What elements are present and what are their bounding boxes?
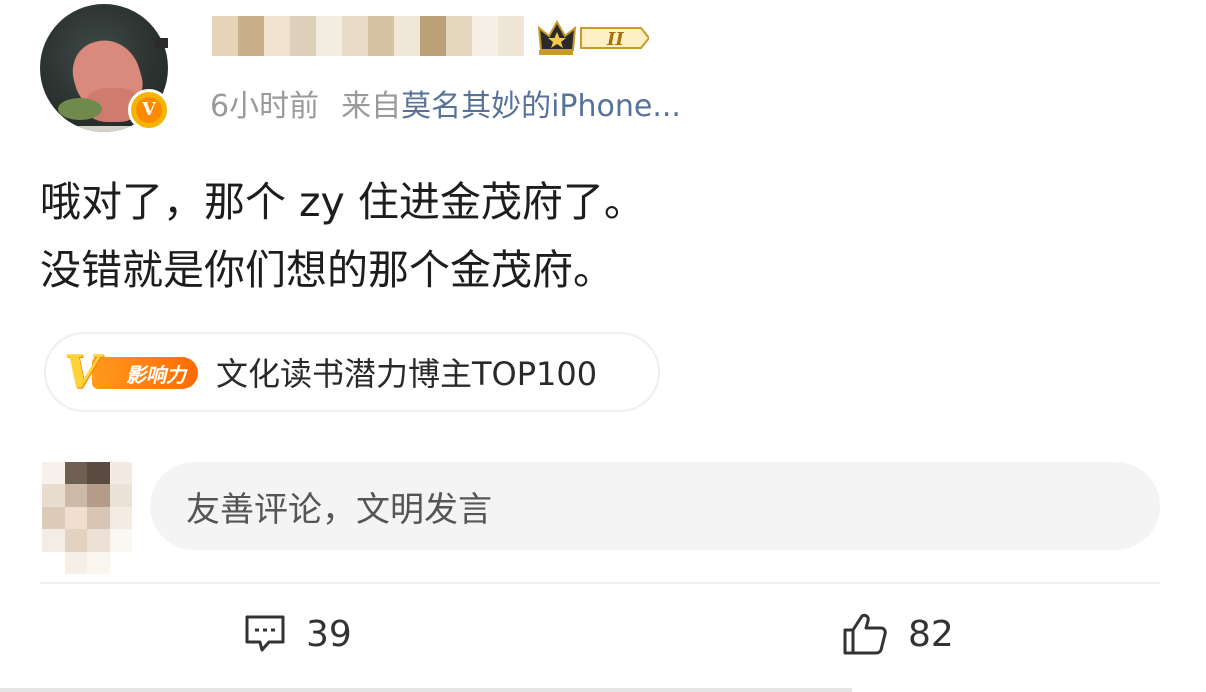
commenter-avatar-pixelated [42, 462, 132, 574]
verified-letter: V [136, 97, 162, 123]
like-button[interactable]: 82 [842, 606, 954, 662]
vip-level-text: II [606, 29, 624, 50]
comment-input[interactable]: 友善评论，文明发言 [150, 462, 1160, 550]
post-text-line: 没错就是你们想的那个金茂府。 [40, 246, 614, 294]
comment-button[interactable]: 39 [244, 606, 352, 662]
post-meta: 6小时前 来自 莫名其妙的iPhone... [210, 80, 681, 126]
verified-badge-icon: V [128, 89, 170, 131]
post-time: 6小时前 [210, 89, 320, 124]
comment-placeholder: 友善评论，文明发言 [186, 489, 492, 530]
author-name-pixelated[interactable] [212, 16, 524, 56]
thumbs-up-icon [843, 613, 887, 655]
influence-tag[interactable]: 影响力 V 文化读书潜力博主TOP100 [44, 332, 660, 412]
influence-badge-icon: 影响力 V [64, 349, 198, 395]
post-body: 哦对了，那个 zy 住进金茂府了。 没错就是你们想的那个金茂府。 [40, 168, 645, 304]
weibo-post-card: V II 6小时前 来自 莫名其妙的iPhone... 哦对了，那个 zy 住进… [0, 0, 1206, 692]
comment-icon [245, 615, 285, 652]
avatar-corner-mark [154, 38, 168, 48]
comment-count: 39 [306, 613, 352, 655]
divider [40, 582, 1160, 584]
post-text-line: 哦对了，那个 zy 住进金茂府了。 [40, 178, 645, 226]
source-device-link[interactable]: 莫名其妙的iPhone... [401, 81, 681, 125]
influence-v-letter: V [64, 345, 100, 399]
source-prefix: 来自 [341, 89, 402, 124]
avatar-plant [58, 98, 102, 120]
bottom-edge [0, 688, 852, 692]
vip-crown-badge-icon: II [537, 19, 649, 55]
influence-tag-text: 文化读书潜力博主TOP100 [216, 355, 598, 393]
like-count: 82 [908, 613, 954, 655]
